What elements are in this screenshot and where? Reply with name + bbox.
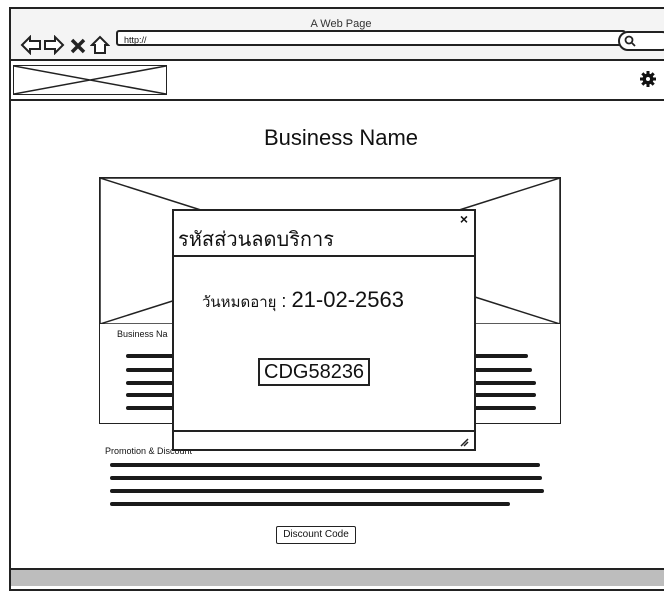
text-line bbox=[470, 393, 536, 397]
site-header bbox=[11, 61, 664, 101]
status-bar bbox=[11, 568, 664, 586]
back-arrow-icon[interactable] bbox=[20, 34, 42, 60]
url-bar[interactable]: http:// bbox=[116, 30, 626, 46]
text-line bbox=[126, 381, 174, 385]
promo-text-line bbox=[110, 502, 510, 506]
text-line bbox=[470, 381, 536, 385]
discount-dialog: รหัสส่วนลดบริการ × วันหมดอายุ : 21-02-25… bbox=[172, 209, 476, 451]
close-icon[interactable]: × bbox=[460, 211, 468, 227]
text-line bbox=[470, 368, 532, 372]
text-line bbox=[470, 406, 536, 410]
dialog-header: รหัสส่วนลดบริการ × bbox=[174, 211, 474, 257]
title-bar: A Web Page http:// bbox=[11, 9, 664, 61]
card-heading: Business Na bbox=[117, 329, 168, 339]
gear-icon[interactable] bbox=[639, 70, 657, 93]
text-line bbox=[126, 354, 174, 358]
expiry-row: วันหมดอายุ : 21-02-2563 bbox=[202, 287, 404, 314]
promo-text-line bbox=[110, 489, 544, 493]
expiry-label: วันหมดอายุ bbox=[202, 293, 277, 311]
forward-arrow-icon[interactable] bbox=[43, 34, 65, 60]
window-title: A Web Page bbox=[310, 18, 372, 30]
business-name-heading: Business Name bbox=[263, 125, 419, 150]
close-icon[interactable] bbox=[69, 35, 87, 60]
promo-text-line bbox=[110, 463, 540, 467]
text-line bbox=[470, 354, 528, 358]
dialog-title: รหัสส่วนลดบริการ bbox=[178, 227, 335, 251]
text-line bbox=[126, 406, 174, 410]
expiry-date: 21-02-2563 bbox=[291, 287, 404, 312]
logo-image bbox=[13, 65, 167, 95]
text-line bbox=[126, 393, 174, 397]
discount-code-button[interactable]: Discount Code bbox=[276, 526, 356, 544]
dialog-footer-divider bbox=[174, 430, 474, 432]
promo-text-line bbox=[110, 476, 542, 480]
resize-icon[interactable] bbox=[459, 434, 469, 452]
search-field[interactable] bbox=[618, 31, 664, 51]
text-line bbox=[126, 368, 174, 372]
expiry-separator: : bbox=[276, 291, 292, 311]
search-icon bbox=[624, 34, 636, 52]
home-icon[interactable] bbox=[89, 35, 111, 60]
discount-code-value: CDG58236 bbox=[258, 358, 371, 386]
